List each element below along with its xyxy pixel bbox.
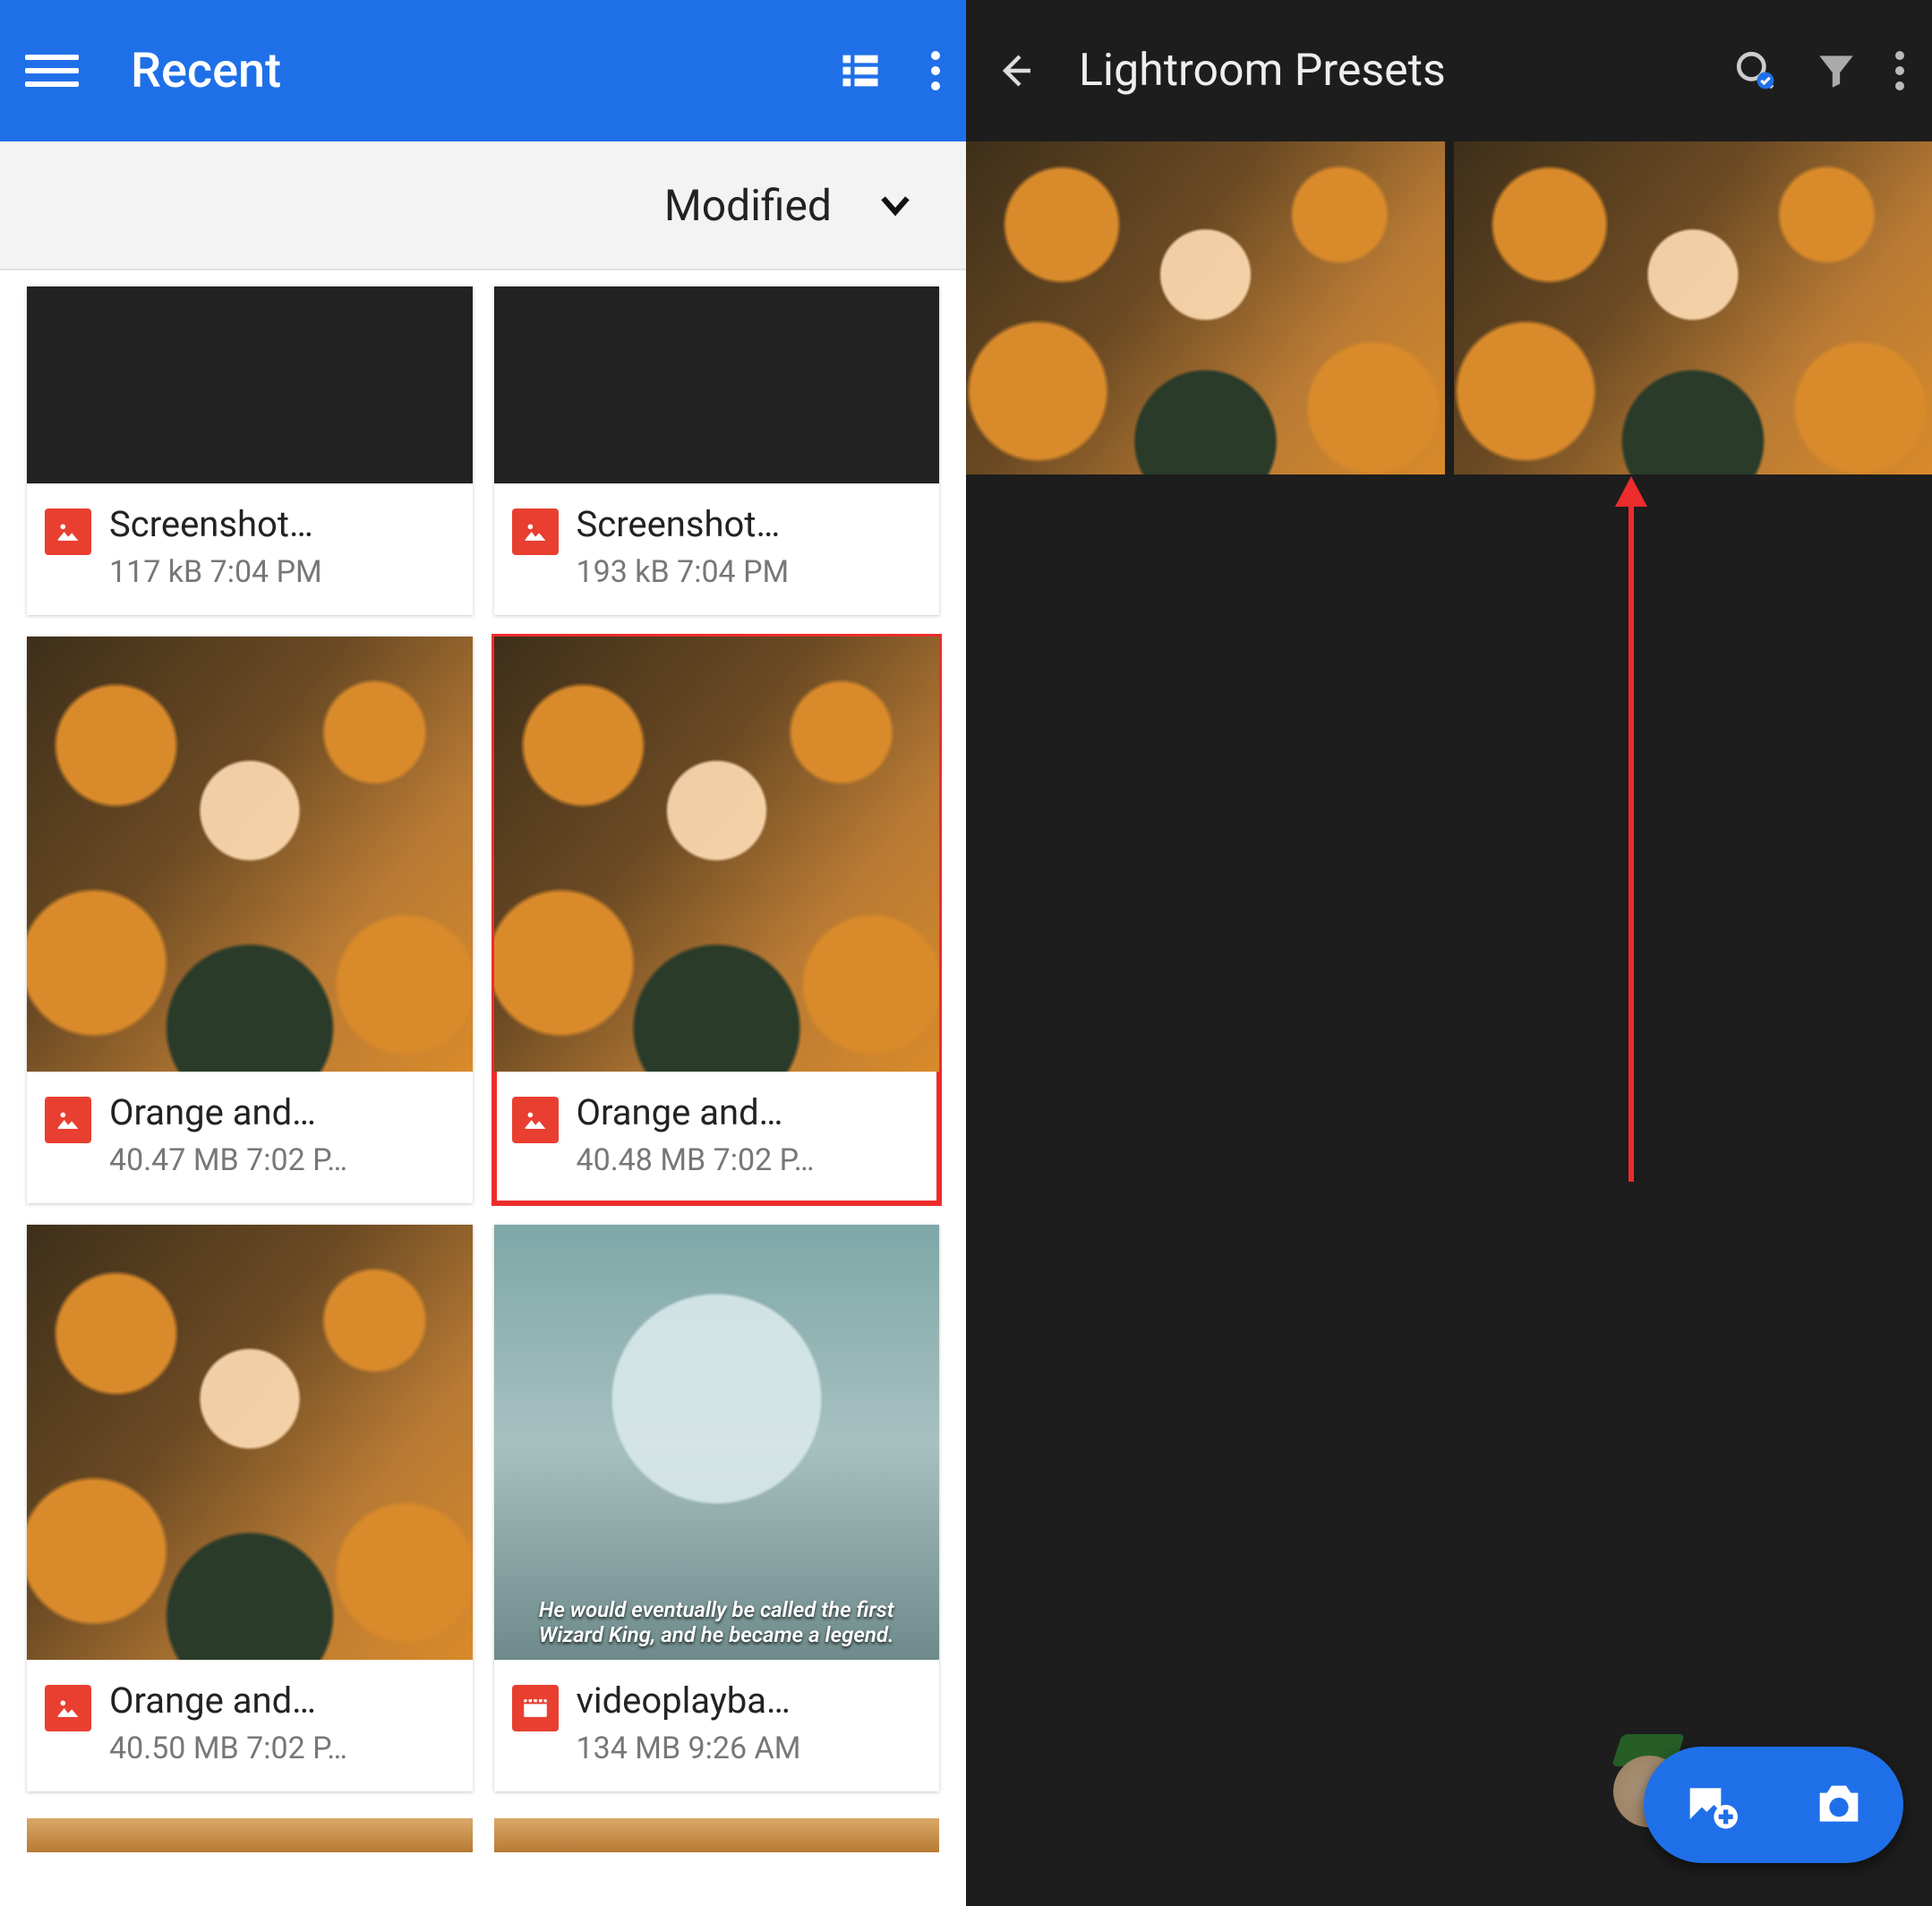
lightroom-pane: Lightroom Presets bbox=[966, 0, 1932, 1906]
chevron-down-icon bbox=[875, 184, 916, 226]
image-file-icon bbox=[45, 509, 91, 555]
file-grid-overflow bbox=[0, 1818, 966, 1852]
album-thumb-strip bbox=[966, 141, 1932, 474]
file-grid: Screenshot… 117 kB 7:04 PM Screenshot… 193 … bbox=[0, 270, 966, 1818]
file-meta: Orange and… 40.50 MB 7:02 P… bbox=[27, 1660, 473, 1791]
image-file-icon bbox=[512, 1097, 559, 1143]
album-photo[interactable] bbox=[1454, 141, 1932, 474]
album-title: Lightroom Presets bbox=[1079, 45, 1697, 97]
file-thumbnail bbox=[27, 637, 473, 1072]
file-manager-pane: Recent Modified Screenshot… 117 kB 7:04 P… bbox=[0, 0, 966, 1906]
camera-icon bbox=[1810, 1776, 1868, 1833]
file-meta: Orange and… 40.47 MB 7:02 P… bbox=[27, 1072, 473, 1203]
file-subtitle: 193 kB 7:04 PM bbox=[577, 554, 924, 590]
file-card[interactable]: Screenshot… 193 kB 7:04 PM bbox=[494, 286, 940, 615]
file-subtitle: 40.48 MB 7:02 P… bbox=[577, 1142, 924, 1178]
view-list-icon[interactable] bbox=[837, 47, 884, 94]
file-card[interactable]: Orange and… 40.48 MB 7:02 P… bbox=[494, 637, 940, 1203]
people-search-icon[interactable] bbox=[1733, 48, 1778, 93]
lightroom-header: Lightroom Presets bbox=[966, 0, 1932, 141]
more-icon[interactable] bbox=[930, 47, 941, 94]
image-file-icon bbox=[45, 1685, 91, 1731]
file-subtitle: 117 kB 7:04 PM bbox=[109, 554, 457, 590]
file-card[interactable]: Orange and… 40.50 MB 7:02 P… bbox=[27, 1225, 473, 1791]
file-meta: Screenshot… 193 kB 7:04 PM bbox=[494, 483, 940, 615]
page-title: Recent bbox=[131, 43, 837, 99]
file-name: Screenshot… bbox=[109, 503, 457, 545]
file-card-partial[interactable] bbox=[494, 1818, 940, 1852]
image-file-icon bbox=[45, 1097, 91, 1143]
sort-label: Modified bbox=[664, 180, 832, 231]
file-name: videoplayba… bbox=[577, 1680, 924, 1722]
file-thumbnail bbox=[27, 1225, 473, 1660]
file-meta: videoplayba… 134 MB 9:26 AM bbox=[494, 1660, 940, 1791]
menu-icon[interactable] bbox=[25, 44, 79, 98]
file-subtitle: 134 MB 9:26 AM bbox=[577, 1731, 924, 1766]
sort-bar[interactable]: Modified bbox=[0, 141, 966, 270]
annotation-arrow bbox=[1629, 501, 1634, 1182]
file-card[interactable]: Orange and… 40.47 MB 7:02 P… bbox=[27, 637, 473, 1203]
file-card[interactable]: videoplayba… 134 MB 9:26 AM bbox=[494, 1225, 940, 1791]
file-card-partial[interactable] bbox=[27, 1818, 473, 1852]
file-name: Orange and… bbox=[577, 1091, 924, 1133]
file-thumbnail bbox=[27, 286, 473, 483]
file-subtitle: 40.47 MB 7:02 P… bbox=[109, 1142, 457, 1178]
back-icon[interactable] bbox=[993, 49, 1036, 92]
add-photos-fab[interactable] bbox=[1644, 1747, 1903, 1863]
file-meta: Screenshot… 117 kB 7:04 PM bbox=[27, 483, 473, 615]
file-thumbnail bbox=[494, 1225, 940, 1660]
file-name: Orange and… bbox=[109, 1680, 457, 1722]
video-file-icon bbox=[512, 1685, 559, 1731]
file-subtitle: 40.50 MB 7:02 P… bbox=[109, 1731, 457, 1766]
file-thumbnail bbox=[494, 637, 940, 1072]
file-name: Orange and… bbox=[109, 1091, 457, 1133]
file-manager-header: Recent bbox=[0, 0, 966, 141]
add-image-icon bbox=[1680, 1776, 1738, 1833]
file-meta: Orange and… 40.48 MB 7:02 P… bbox=[494, 1072, 940, 1203]
image-file-icon bbox=[512, 509, 559, 555]
album-photo[interactable] bbox=[966, 141, 1445, 474]
file-name: Screenshot… bbox=[577, 503, 924, 545]
filter-icon[interactable] bbox=[1814, 48, 1859, 93]
more-icon[interactable] bbox=[1894, 47, 1905, 94]
file-card[interactable]: Screenshot… 117 kB 7:04 PM bbox=[27, 286, 473, 615]
file-thumbnail bbox=[494, 286, 940, 483]
